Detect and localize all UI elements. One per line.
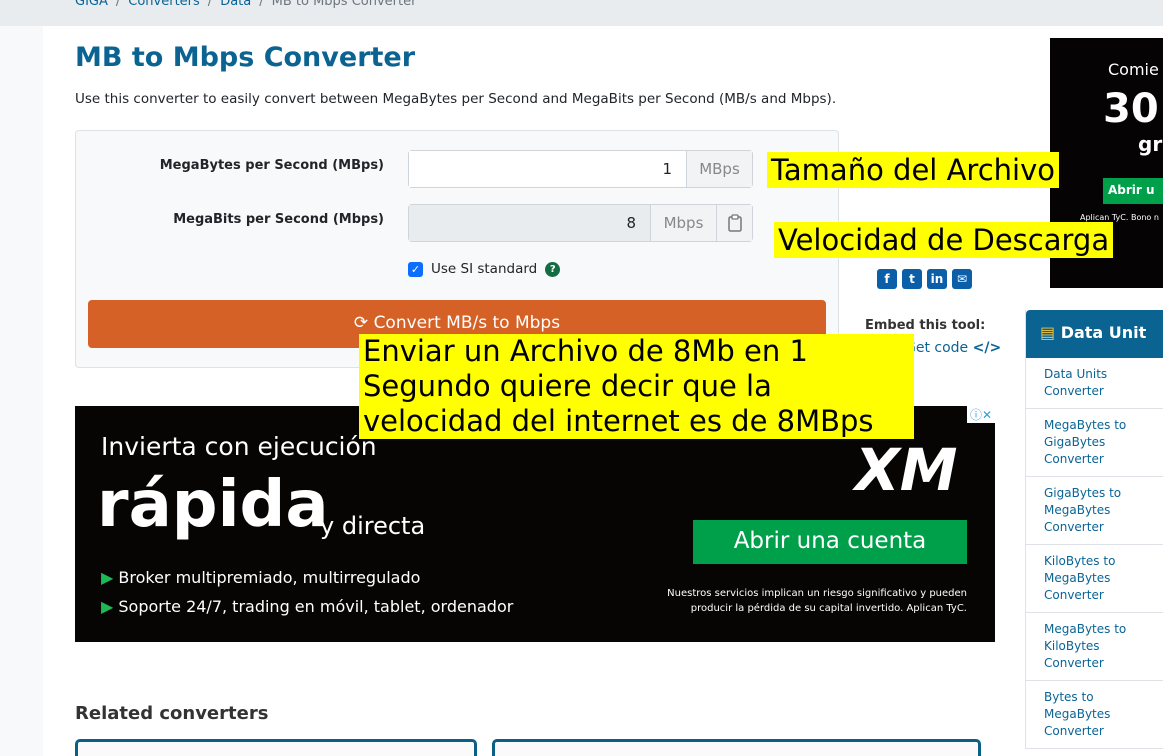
breadcrumb: GIGA / Converters / Data / MB to Mbps Converte… [75,0,416,9]
breadcrumb-converters[interactable]: Converters [128,0,200,9]
embed-code-link[interactable]: Get code </> [905,340,1001,356]
side-ad-text2: gr [1138,132,1163,156]
sidebar-header: ▤ Data Unit [1026,310,1163,358]
refresh-icon: ⟳ [353,313,374,333]
sidebar-item[interactable]: GigaBytes to MegaBytes Converter [1026,477,1163,545]
megabytes-input[interactable]: 1 [409,151,686,187]
annotation-download-speed: Velocidad de Descarga [774,222,1114,258]
breadcrumb-current: MB to Mbps Converter [271,0,417,9]
input-label: MegaBytes per Second (MBps) [159,158,384,173]
ad-bullet: Broker multipremiado, multirregulado [118,568,421,587]
annotation-explanation: Enviar un Archivo de 8Mb en 1 Segundo qu… [359,334,914,439]
ad-headline-sub: y directa [320,512,426,540]
ad-headline-big: rápida [97,468,329,542]
annotation-file-size: Tamaño del Archivo [767,152,1059,188]
input-unit: MBps [686,151,752,187]
side-ad-cta[interactable]: Abrir u [1103,178,1163,204]
sidebar-title: Data Unit [1060,323,1147,342]
breadcrumb-giga[interactable]: GIGA [75,0,108,9]
ad-bullet: Soporte 24/7, trading en móvil, tablet, … [118,597,514,616]
twitter-icon[interactable]: t [902,269,922,289]
si-checkbox[interactable]: ✓ [408,261,423,277]
si-standard-option: ✓ Use SI standard ? [408,261,561,277]
clipboard-icon [727,214,742,232]
copy-button[interactable] [716,205,752,241]
share-links: f t in ✉ [877,269,972,289]
ad-logo: XM [855,436,958,504]
ad-disclaimer: Nuestros servicios implican un riesgo si… [667,588,967,614]
code-icon: </> [972,340,1002,356]
side-ad-text: Comie [1108,60,1159,79]
output-label: MegaBits per Second (Mbps) [173,212,384,227]
mbps-input-group: 1 MBps [408,150,753,188]
megabits-output: 8 [409,205,650,241]
side-ad-number: 30 [1103,86,1159,132]
top-bar: GIGA / Converters / Data / MB to Mbps Converte… [0,0,1163,26]
sidebar-item[interactable]: MegaBytes to GigaBytes Converter [1026,409,1163,477]
email-icon[interactable]: ✉ [952,269,972,289]
ad-headline: Invierta con ejecución [101,432,377,461]
page-description: Use this converter to easily convert bet… [75,91,837,107]
ad-banner[interactable]: Invierta con ejecución rápida y directa … [75,406,995,642]
converter-card: MegaBytes per Second (MBps) 1 MBps MegaB… [75,130,839,368]
embed-link-text: Get code [905,340,969,356]
ad-close-icon[interactable]: ⓘ✕ [966,406,995,423]
help-icon[interactable]: ? [545,261,561,277]
facebook-icon[interactable]: f [877,269,897,289]
embed-label: Embed this tool: [865,318,986,333]
database-icon: ▤ [1040,323,1061,342]
sidebar-item[interactable]: MegaBytes to KiloBytes Converter [1026,613,1163,681]
output-unit: Mbps [650,205,716,241]
si-label: Use SI standard [431,261,538,277]
related-card[interactable] [75,739,477,756]
convert-label: Convert MB/s to Mbps [373,313,561,333]
related-title: Related converters [75,703,269,724]
breadcrumb-data[interactable]: Data [220,0,251,9]
sidebar-item[interactable]: KiloBytes to MegaBytes Converter [1026,545,1163,613]
related-card[interactable] [492,739,981,756]
sidebar-panel: ▤ Data Unit Data Units Converter MegaByt… [1025,310,1163,749]
sidebar-item[interactable]: Data Units Converter [1026,358,1163,409]
page-title: MB to Mbps Converter [75,42,416,73]
output-group: 8 Mbps [408,204,753,242]
sidebar-item[interactable]: Bytes to MegaBytes Converter [1026,681,1163,749]
linkedin-icon[interactable]: in [927,269,947,289]
ad-cta-button[interactable]: Abrir una cuenta [693,520,967,564]
